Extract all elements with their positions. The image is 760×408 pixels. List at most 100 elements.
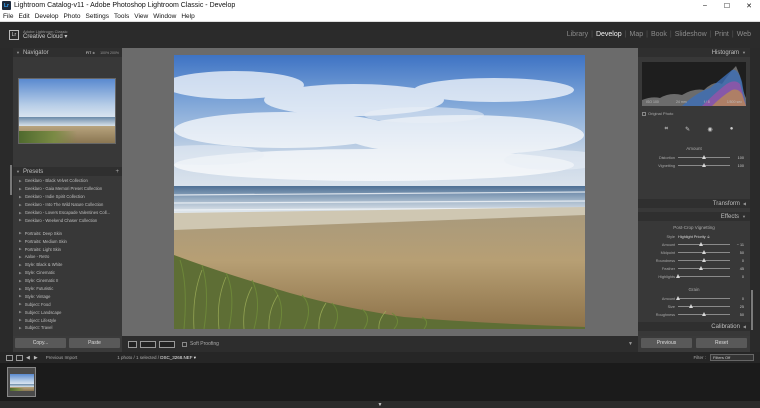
navigator-preview[interactable]	[18, 78, 116, 144]
original-photo-toggle[interactable]: Original Photo	[642, 111, 673, 116]
preset-item[interactable]: ▶ Style: Futuristic	[13, 285, 122, 293]
preset-item[interactable]: ▶ Style: Black & White	[13, 261, 122, 269]
preset-item[interactable]: ▶ Style: Vintage	[13, 292, 122, 300]
heal-icon[interactable]: ✎	[685, 126, 690, 133]
slider-knob[interactable]	[702, 163, 706, 167]
preset-item[interactable]: ▶ Subject: Lifestyle	[13, 316, 122, 324]
slider-track[interactable]	[676, 296, 730, 300]
menu-help[interactable]: Help	[181, 13, 194, 20]
paste-button[interactable]: Paste	[69, 338, 120, 348]
menu-edit[interactable]: Edit	[18, 13, 29, 20]
preset-item[interactable]: ▶ Style: Cinematic	[13, 269, 122, 277]
back-arrow-icon[interactable]: ◀	[26, 355, 30, 361]
slider-value[interactable]: 100	[730, 164, 744, 168]
loupe-view-icon[interactable]	[128, 340, 137, 348]
menu-window[interactable]: Window	[153, 13, 176, 20]
preset-item[interactable]: ▶ Portraits: Deep Skin	[13, 229, 122, 237]
bottom-panel-toggle[interactable]: ▼	[0, 401, 760, 408]
calibration-header[interactable]: Calibration ◀	[638, 322, 750, 331]
slider-knob[interactable]	[676, 274, 680, 278]
slider-knob[interactable]	[689, 304, 693, 308]
preset-item[interactable]: ▶ Portraits: Medium Skin	[13, 237, 122, 245]
slider-track[interactable]	[678, 304, 730, 308]
beach-photo[interactable]	[174, 55, 585, 329]
grid-view-icon[interactable]	[16, 354, 23, 361]
module-book[interactable]: Book	[648, 31, 670, 38]
slider-track[interactable]	[678, 242, 730, 246]
previous-button[interactable]: Previous	[641, 338, 692, 348]
slider-knob[interactable]	[676, 296, 680, 300]
preset-item[interactable]: ▶ Aaloe - Retro	[13, 253, 122, 261]
slider-value[interactable]: 0	[730, 297, 744, 301]
preset-item[interactable]: ▶ Geeklaro - Indie Spirit Collection	[13, 193, 122, 201]
filter-select[interactable]: Filters Off	[710, 354, 754, 361]
toolbar-menu-icon[interactable]: ▼	[628, 341, 633, 347]
redeye-icon[interactable]: ◉	[707, 126, 712, 133]
preset-item[interactable]: ▶ Geeklaro - Gaia Memori Preset Collectio…	[13, 185, 122, 193]
slider-track[interactable]	[678, 312, 730, 316]
module-print[interactable]: Print	[711, 31, 731, 38]
menu-file[interactable]: File	[3, 13, 13, 20]
original-photo-checkbox[interactable]	[642, 111, 646, 116]
transform-header[interactable]: Transform ◀	[638, 199, 750, 208]
slider-track[interactable]	[678, 155, 730, 159]
histogram-header[interactable]: Histogram ▼	[638, 48, 750, 57]
copy-button[interactable]: Copy...	[15, 338, 66, 348]
module-map[interactable]: Map	[626, 31, 646, 38]
identity-text[interactable]: Adobe Lightroom Classic Creative Cloud ▾	[23, 30, 67, 41]
module-web[interactable]: Web	[734, 31, 754, 38]
forward-arrow-icon[interactable]: ▶	[34, 355, 38, 361]
slider-knob[interactable]	[699, 266, 704, 270]
slider-track[interactable]	[676, 274, 730, 278]
right-scrollbar[interactable]	[751, 290, 753, 330]
add-preset-icon[interactable]: +	[115, 169, 119, 175]
zoom-200[interactable]: 200%	[110, 51, 119, 55]
soft-proofing-checkbox[interactable]	[182, 341, 187, 347]
preset-item[interactable]: ▶ Subject: Travel	[13, 324, 122, 332]
reset-button[interactable]: Reset	[696, 338, 747, 348]
module-develop[interactable]: Develop	[593, 31, 625, 38]
mask-icon[interactable]: ●	[730, 126, 734, 132]
module-library[interactable]: Library	[564, 31, 591, 38]
preset-item[interactable]: ▶ Geeklaro - Black Velvet Collection	[13, 177, 122, 185]
slider-value[interactable]: 100	[730, 156, 744, 160]
slider-knob[interactable]	[698, 242, 703, 246]
before-after-icon[interactable]	[140, 340, 156, 348]
crop-icon[interactable]: ⌗	[665, 126, 668, 133]
preset-item[interactable]: ▶ Portraits: Light Skin	[13, 245, 122, 253]
preset-item[interactable]: ▶ Style: Cinematic II	[13, 277, 122, 285]
preset-item[interactable]: ▶ Geeklaro - Weekend Chaser Collection	[13, 216, 122, 224]
close-button[interactable]: ✕	[738, 0, 760, 11]
menu-photo[interactable]: Photo	[64, 13, 81, 20]
menu-tools[interactable]: Tools	[114, 13, 129, 20]
slider-track[interactable]	[678, 266, 730, 270]
image-canvas[interactable]	[122, 48, 638, 336]
slider-value[interactable]: 25	[730, 305, 744, 309]
filmstrip-filename[interactable]: DSC_3268.NEF ▾	[160, 355, 196, 361]
presets-header[interactable]: ▼ Presets +	[13, 167, 122, 176]
effects-header[interactable]: Effects ▼	[638, 212, 750, 221]
filmstrip-thumbnail[interactable]	[7, 367, 36, 397]
slider-track[interactable]	[678, 258, 730, 262]
slider-knob[interactable]	[702, 155, 706, 159]
slider-value[interactable]: − 11	[730, 243, 744, 247]
slider-value[interactable]: 0	[730, 259, 744, 263]
preset-item[interactable]: ▶ Subject: Food	[13, 300, 122, 308]
module-slideshow[interactable]: Slideshow	[672, 31, 710, 38]
minimize-button[interactable]: –	[694, 0, 716, 11]
preset-item[interactable]: ▶ Geeklaro - Into The Wild Nature Collect…	[13, 201, 122, 209]
slider-track[interactable]	[678, 163, 730, 167]
slider-knob[interactable]	[702, 258, 706, 262]
collapse-filmstrip-icon[interactable]: ▼	[378, 402, 383, 408]
slider-value[interactable]: 50	[730, 251, 744, 255]
left-scrollbar[interactable]	[10, 165, 12, 195]
vignette-style-select[interactable]: Highlight Priority ≑	[678, 234, 710, 239]
slider-value[interactable]: 0	[730, 275, 744, 279]
slider-knob[interactable]	[702, 312, 706, 316]
navigator-header[interactable]: ▼ Navigator FIT ≑ 100% 200%	[13, 48, 122, 57]
second-window-icon[interactable]	[6, 354, 13, 361]
preset-item[interactable]: ▶ Subject: Landscape	[13, 308, 122, 316]
left-panel-edge[interactable]	[0, 48, 13, 352]
slider-value[interactable]: 50	[730, 313, 744, 317]
slider-knob[interactable]	[702, 250, 706, 254]
